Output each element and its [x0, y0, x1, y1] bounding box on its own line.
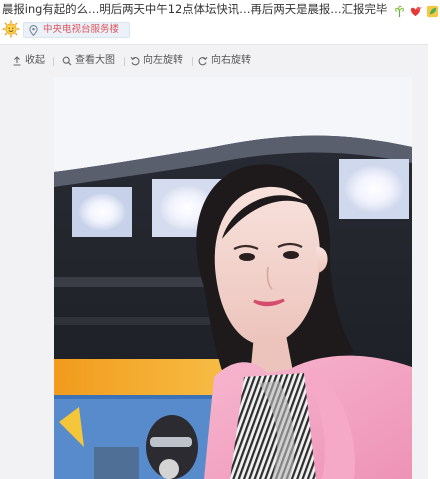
- rotate-left-button[interactable]: 向左旋转: [130, 53, 188, 69]
- map-pin-icon: [29, 25, 38, 36]
- toolbar-divider: [53, 57, 54, 66]
- magnifier-icon: [62, 56, 72, 66]
- media-panel: 收起 查看大图 向左旋转 向右旋转: [0, 44, 428, 479]
- clover-emoji: [394, 5, 404, 18]
- toolbar-divider: [192, 57, 193, 66]
- collapse-button[interactable]: 收起: [12, 53, 46, 69]
- rotate-right-label: 向右旋转: [211, 55, 251, 66]
- post-text: 晨报ing有起的么…明后两天中午12点体坛快讯…再后两天是晨报…汇报完毕: [2, 1, 438, 19]
- toolbar-divider: [124, 57, 125, 66]
- selfie-image: [54, 77, 412, 479]
- leaf-emoji: [427, 5, 438, 18]
- location-label: 中央电视台服务楼: [43, 24, 120, 35]
- post-text-content: 晨报ing有起的么…明后两天中午12点体坛快讯…再后两天是晨报…汇报完毕: [2, 2, 388, 16]
- rotate-left-label: 向左旋转: [143, 55, 183, 66]
- view-large-label: 查看大图: [75, 55, 115, 66]
- rotate-right-icon: [198, 56, 208, 66]
- rotate-left-icon: [130, 56, 140, 66]
- collapse-icon: [13, 56, 21, 66]
- rotate-right-button[interactable]: 向右旋转: [198, 53, 256, 69]
- hearts-emoji: [411, 6, 423, 17]
- location-tag[interactable]: 中央电视台服务楼: [23, 22, 130, 38]
- view-large-button[interactable]: 查看大图: [62, 53, 120, 69]
- sun-emoji: [2, 20, 20, 38]
- selfie-photo[interactable]: [54, 77, 412, 479]
- collapse-label: 收起: [25, 55, 45, 66]
- emoji-group: [393, 4, 438, 19]
